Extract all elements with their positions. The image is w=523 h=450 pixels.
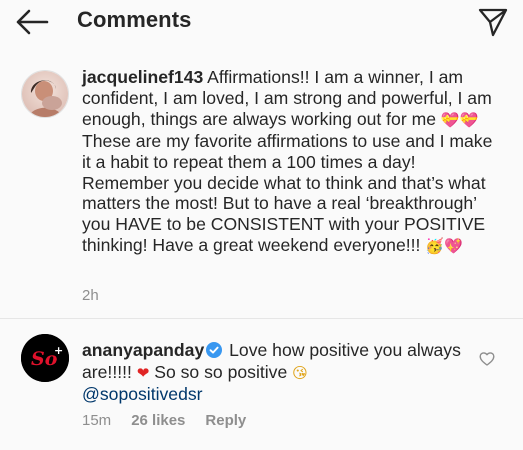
verified-badge-icon xyxy=(206,342,223,358)
back-button[interactable] xyxy=(14,8,50,36)
caption-username[interactable]: jacquelinef143 xyxy=(82,67,203,87)
party-face-emoji: 🥳 xyxy=(425,237,444,256)
avatar-logo-plus: + xyxy=(54,344,63,357)
sparkling-heart-emoji: 💖 xyxy=(443,237,463,256)
kiss-face-emoji: 😘 xyxy=(292,363,308,382)
paper-plane-icon xyxy=(478,8,508,37)
top-bar: Comments xyxy=(0,0,523,44)
comment-likes[interactable]: 26 likes xyxy=(131,412,185,429)
comment-username[interactable]: ananyapanday xyxy=(82,340,204,360)
avatar[interactable] xyxy=(21,70,69,118)
comment-meta: 15m 26 likes Reply xyxy=(82,412,266,429)
post-caption: jacquelinef143 Affirmations!! I am a win… xyxy=(0,44,523,314)
heart-outline-icon xyxy=(479,352,495,366)
avatar[interactable]: So + xyxy=(21,334,69,382)
comment: So + ananyapanday Love how positive you … xyxy=(0,320,523,450)
comment-timestamp: 15m xyxy=(82,412,112,429)
reply-button[interactable]: Reply xyxy=(205,412,246,429)
divider xyxy=(0,318,523,319)
red-heart-emoji: ❤ xyxy=(136,363,150,382)
share-button[interactable] xyxy=(477,6,509,38)
comment-text: ananyapanday Love how positive you alway… xyxy=(82,340,472,406)
heart-ribbon-emoji: 💝💝 xyxy=(440,110,479,129)
mention-link[interactable]: @sopositivedsr xyxy=(82,384,203,404)
arrow-left-icon xyxy=(16,9,49,35)
caption-timestamp: 2h xyxy=(82,287,99,304)
caption-text: jacquelinef143 Affirmations!! I am a win… xyxy=(82,67,502,257)
page-title: Comments xyxy=(77,7,192,32)
like-button[interactable] xyxy=(479,351,495,367)
comment-body-2: So so so positive xyxy=(149,361,293,382)
